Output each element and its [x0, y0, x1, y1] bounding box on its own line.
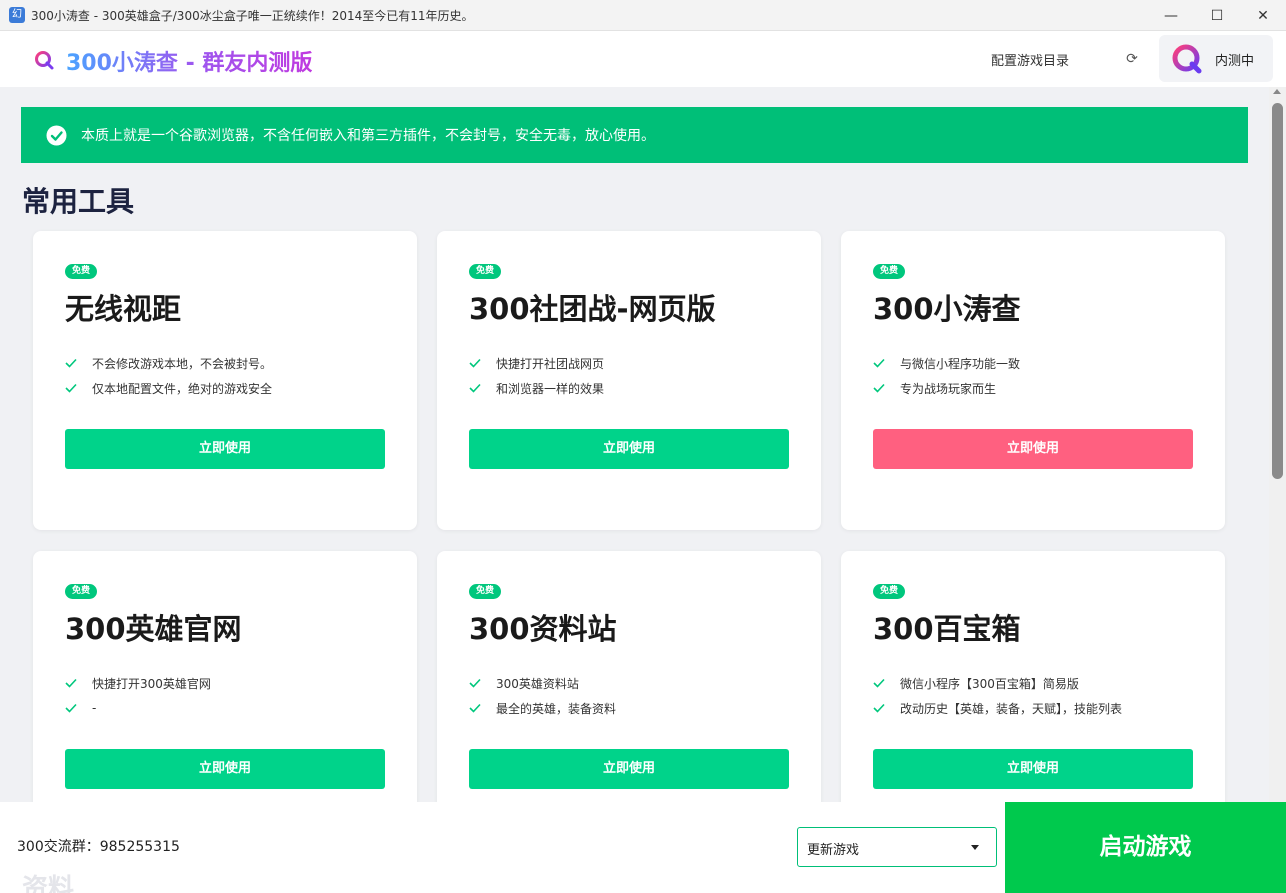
feature-item: 不会修改游戏本地，不会被封号。 — [65, 354, 272, 372]
feature-text: 和浏览器一样的效果 — [496, 381, 605, 396]
scrollbar[interactable] — [1269, 87, 1286, 802]
beta-status-button[interactable]: 内测中 — [1159, 35, 1273, 82]
check-icon — [469, 358, 481, 368]
window-controls: — ☐ ✕ — [1148, 0, 1286, 31]
qq-group-text: 300交流群：985255315 — [17, 839, 180, 855]
feature-text: 不会修改游戏本地，不会被封号。 — [92, 356, 273, 371]
check-icon — [873, 383, 885, 393]
card-title: 300社团战-网页版 — [469, 292, 716, 326]
window-titlebar: 幻 300小涛查 - 300英雄盒子/300冰尘盒子唯一正统续作！2014至今已… — [0, 0, 1286, 31]
safety-notice-banner: 本质上就是一个谷歌浏览器，不含任何嵌入和第三方插件，不会封号，安全无毒，放心使用… — [21, 107, 1248, 163]
check-icon — [873, 678, 885, 688]
feature-item: 快捷打开社团战网页 — [469, 354, 604, 372]
notice-text: 本质上就是一个谷歌浏览器，不含任何嵌入和第三方插件，不会封号，安全无毒，放心使用… — [81, 128, 655, 144]
check-icon — [873, 703, 885, 713]
section-title-tools: 常用工具 — [22, 185, 135, 218]
launch-game-button[interactable]: 启动游戏 — [1005, 802, 1286, 893]
use-now-button[interactable]: 立即使用 — [65, 749, 385, 789]
scroll-up-arrow-icon[interactable] — [1273, 89, 1281, 94]
select-value: 更新游戏 — [807, 843, 860, 858]
feature-text: 专为战场玩家而生 — [900, 381, 997, 396]
feature-item: 微信小程序【300百宝箱】简易版 — [873, 674, 1079, 692]
feature-text: 改动历史【英雄，装备，天赋】，技能列表 — [900, 701, 1123, 716]
feature-text: 与微信小程序功能一致 — [900, 356, 1021, 371]
use-now-button[interactable]: 立即使用 — [469, 429, 789, 469]
check-icon — [65, 703, 77, 713]
feature-item: 300英雄资料站 — [469, 674, 579, 692]
feature-text: - — [92, 701, 97, 715]
free-badge: 免费 — [469, 584, 502, 599]
maximize-button[interactable]: ☐ — [1194, 0, 1240, 31]
feature-item: 与微信小程序功能一致 — [873, 354, 1020, 372]
refresh-icon[interactable]: ⟳ — [1124, 51, 1140, 67]
feature-item: 和浏览器一样的效果 — [469, 379, 604, 397]
feature-text: 最全的英雄，装备资料 — [496, 701, 617, 716]
config-game-dir-link[interactable]: 配置游戏目录 — [991, 50, 1069, 69]
feature-text: 快捷打开300英雄官网 — [92, 676, 211, 691]
card-title: 无线视距 — [65, 292, 182, 326]
logo-icon — [35, 51, 54, 70]
feature-text: 微信小程序【300百宝箱】简易版 — [900, 676, 1079, 691]
feature-item: 专为战场玩家而生 — [873, 379, 996, 397]
check-icon — [65, 358, 77, 368]
scroll-thumb[interactable] — [1272, 103, 1283, 479]
check-icon — [469, 383, 481, 393]
check-icon — [469, 703, 481, 713]
check-icon — [873, 358, 885, 368]
app-header: 300小涛查 - 群友内测版 配置游戏目录 ⟳ 内测中 — [0, 31, 1286, 87]
feature-item: - — [65, 699, 96, 717]
section-title-data: 资料 — [22, 874, 75, 893]
beta-label: 内测中 — [1215, 54, 1255, 69]
feature-item: 最全的英雄，装备资料 — [469, 699, 616, 717]
window-title: 300小涛查 - 300英雄盒子/300冰尘盒子唯一正统续作！2014至今已有1… — [31, 8, 474, 23]
feature-item: 仅本地配置文件，绝对的游戏安全 — [65, 379, 272, 397]
free-badge: 免费 — [65, 584, 98, 599]
card-title: 300资料站 — [469, 612, 617, 646]
free-badge: 免费 — [873, 584, 906, 599]
beta-avatar-icon — [1172, 44, 1202, 74]
use-now-button[interactable]: 立即使用 — [65, 429, 385, 469]
free-badge: 免费 — [469, 264, 502, 279]
check-icon — [469, 678, 481, 688]
check-circle-icon — [46, 125, 67, 145]
card-title: 300百宝箱 — [873, 612, 1021, 646]
check-icon — [65, 678, 77, 688]
check-icon — [65, 383, 77, 393]
card-title: 300英雄官网 — [65, 612, 242, 646]
tool-card-club-war: 免费 300社团战-网页版 快捷打开社团战网页 和浏览器一样的效果 立即使用 — [437, 231, 821, 530]
free-badge: 免费 — [65, 264, 98, 279]
feature-text: 仅本地配置文件，绝对的游戏安全 — [92, 381, 273, 396]
game-action-select[interactable]: 更新游戏 — [797, 827, 997, 867]
use-now-button[interactable]: 立即使用 — [873, 429, 1193, 469]
caret-down-icon — [971, 845, 979, 850]
minimize-button[interactable]: — — [1148, 0, 1194, 31]
use-now-button[interactable]: 立即使用 — [469, 749, 789, 789]
tool-card-wireless-view: 免费 无线视距 不会修改游戏本地，不会被封号。 仅本地配置文件，绝对的游戏安全 … — [33, 231, 417, 530]
close-button[interactable]: ✕ — [1240, 0, 1286, 31]
app-icon: 幻 — [9, 7, 25, 23]
feature-text: 300英雄资料站 — [496, 676, 579, 691]
feature-text: 快捷打开社团战网页 — [496, 356, 605, 371]
app-brand-title: 300小涛查 - 群友内测版 — [66, 45, 312, 77]
tool-card-xiaotaocha: 免费 300小涛查 与微信小程序功能一致 专为战场玩家而生 立即使用 — [841, 231, 1225, 530]
card-title: 300小涛查 — [873, 292, 1021, 326]
feature-item: 快捷打开300英雄官网 — [65, 674, 211, 692]
use-now-button[interactable]: 立即使用 — [873, 749, 1193, 789]
free-badge: 免费 — [873, 264, 906, 279]
feature-item: 改动历史【英雄，装备，天赋】，技能列表 — [873, 699, 1122, 717]
